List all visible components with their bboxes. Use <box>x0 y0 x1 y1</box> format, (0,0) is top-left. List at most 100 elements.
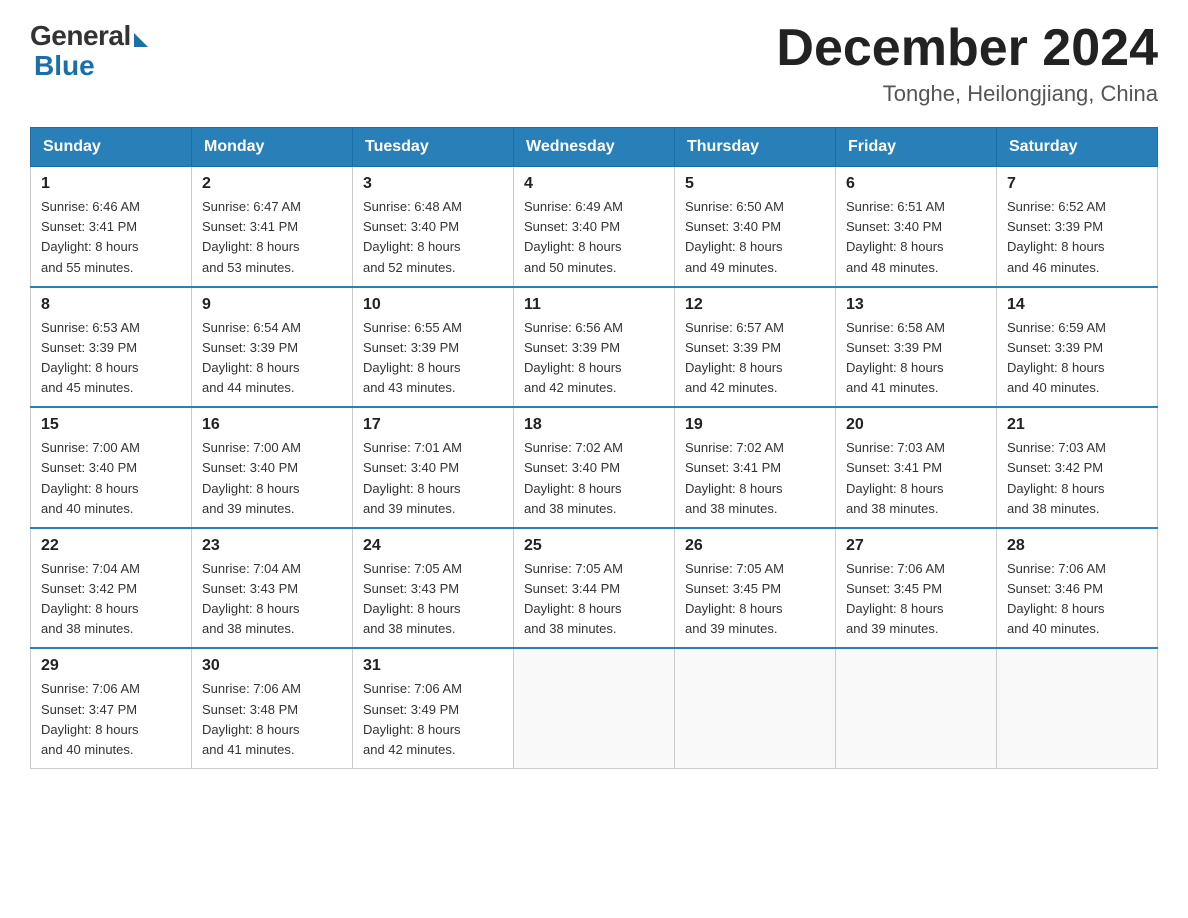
day-info: Sunrise: 7:03 AMSunset: 3:42 PMDaylight:… <box>1007 438 1147 519</box>
day-number: 19 <box>685 416 825 434</box>
calendar-day-cell: 9 Sunrise: 6:54 AMSunset: 3:39 PMDaylight… <box>192 287 353 408</box>
calendar-day-cell: 25 Sunrise: 7:05 AMSunset: 3:44 PMDayligh… <box>514 528 675 649</box>
day-info: Sunrise: 7:02 AMSunset: 3:40 PMDaylight:… <box>524 438 664 519</box>
day-number: 30 <box>202 657 342 675</box>
calendar-day-cell: 4Sunrise: 6:49 AMSunset: 3:40 PMDaylight… <box>514 167 675 287</box>
day-info: Sunrise: 7:06 AMSunset: 3:48 PMDaylight:… <box>202 679 342 760</box>
calendar-day-cell: 18 Sunrise: 7:02 AMSunset: 3:40 PMDayligh… <box>514 407 675 528</box>
day-info: Sunrise: 6:48 AMSunset: 3:40 PMDaylight:… <box>363 197 503 278</box>
day-number: 22 <box>41 537 181 555</box>
day-number: 5 <box>685 175 825 193</box>
day-info: Sunrise: 6:50 AMSunset: 3:40 PMDaylight:… <box>685 197 825 278</box>
day-info: Sunrise: 7:05 AMSunset: 3:43 PMDaylight:… <box>363 559 503 640</box>
day-number: 25 <box>524 537 664 555</box>
calendar-day-cell: 11 Sunrise: 6:56 AMSunset: 3:39 PMDayligh… <box>514 287 675 408</box>
day-info: Sunrise: 7:03 AMSunset: 3:41 PMDaylight:… <box>846 438 986 519</box>
day-info: Sunrise: 6:53 AMSunset: 3:39 PMDaylight:… <box>41 318 181 399</box>
day-number: 11 <box>524 296 664 314</box>
calendar-day-cell: 26 Sunrise: 7:05 AMSunset: 3:45 PMDayligh… <box>675 528 836 649</box>
logo-triangle-icon <box>134 33 148 47</box>
calendar-day-cell <box>514 648 675 768</box>
day-number: 1 <box>41 175 181 193</box>
day-info: Sunrise: 6:57 AMSunset: 3:39 PMDaylight:… <box>685 318 825 399</box>
day-number: 14 <box>1007 296 1147 314</box>
day-number: 21 <box>1007 416 1147 434</box>
day-info: Sunrise: 7:05 AMSunset: 3:44 PMDaylight:… <box>524 559 664 640</box>
day-info: Sunrise: 7:06 AMSunset: 3:47 PMDaylight:… <box>41 679 181 760</box>
day-info: Sunrise: 7:02 AMSunset: 3:41 PMDaylight:… <box>685 438 825 519</box>
day-info: Sunrise: 6:52 AMSunset: 3:39 PMDaylight:… <box>1007 197 1147 278</box>
day-info: Sunrise: 6:58 AMSunset: 3:39 PMDaylight:… <box>846 318 986 399</box>
day-info: Sunrise: 7:04 AMSunset: 3:42 PMDaylight:… <box>41 559 181 640</box>
calendar-day-cell: 19 Sunrise: 7:02 AMSunset: 3:41 PMDayligh… <box>675 407 836 528</box>
day-number: 3 <box>363 175 503 193</box>
header-thursday: Thursday <box>675 128 836 167</box>
day-number: 4 <box>524 175 664 193</box>
calendar-day-cell: 20Sunrise: 7:03 AMSunset: 3:41 PMDayligh… <box>836 407 997 528</box>
day-info: Sunrise: 7:01 AMSunset: 3:40 PMDaylight:… <box>363 438 503 519</box>
calendar-day-cell <box>675 648 836 768</box>
day-info: Sunrise: 6:56 AMSunset: 3:39 PMDaylight:… <box>524 318 664 399</box>
calendar-day-cell: 21 Sunrise: 7:03 AMSunset: 3:42 PMDayligh… <box>997 407 1158 528</box>
calendar-day-cell: 24 Sunrise: 7:05 AMSunset: 3:43 PMDayligh… <box>353 528 514 649</box>
day-info: Sunrise: 6:54 AMSunset: 3:39 PMDaylight:… <box>202 318 342 399</box>
day-number: 28 <box>1007 537 1147 555</box>
day-number: 18 <box>524 416 664 434</box>
month-title: December 2024 <box>776 20 1158 77</box>
calendar-day-cell: 15Sunrise: 7:00 AMSunset: 3:40 PMDayligh… <box>31 407 192 528</box>
calendar-day-cell: 12 Sunrise: 6:57 AMSunset: 3:39 PMDayligh… <box>675 287 836 408</box>
logo: General Blue <box>30 20 148 82</box>
day-number: 12 <box>685 296 825 314</box>
calendar-week-row: 8 Sunrise: 6:53 AMSunset: 3:39 PMDaylight… <box>31 287 1158 408</box>
calendar-table: Sunday Monday Tuesday Wednesday Thursday… <box>30 127 1158 769</box>
calendar-day-cell: 27Sunrise: 7:06 AMSunset: 3:45 PMDayligh… <box>836 528 997 649</box>
calendar-day-cell: 28Sunrise: 7:06 AMSunset: 3:46 PMDayligh… <box>997 528 1158 649</box>
day-number: 9 <box>202 296 342 314</box>
day-info: Sunrise: 7:04 AMSunset: 3:43 PMDaylight:… <box>202 559 342 640</box>
calendar-day-cell <box>997 648 1158 768</box>
day-info: Sunrise: 6:51 AMSunset: 3:40 PMDaylight:… <box>846 197 986 278</box>
title-section: December 2024 Tonghe, Heilongjiang, Chin… <box>776 20 1158 107</box>
day-number: 24 <box>363 537 503 555</box>
calendar-week-row: 22 Sunrise: 7:04 AMSunset: 3:42 PMDayligh… <box>31 528 1158 649</box>
day-info: Sunrise: 6:59 AMSunset: 3:39 PMDaylight:… <box>1007 318 1147 399</box>
calendar-day-cell: 1Sunrise: 6:46 AMSunset: 3:41 PMDaylight… <box>31 167 192 287</box>
calendar-day-cell <box>836 648 997 768</box>
header-monday: Monday <box>192 128 353 167</box>
calendar-day-cell: 29 Sunrise: 7:06 AMSunset: 3:47 PMDayligh… <box>31 648 192 768</box>
calendar-day-cell: 30 Sunrise: 7:06 AMSunset: 3:48 PMDayligh… <box>192 648 353 768</box>
day-info: Sunrise: 7:05 AMSunset: 3:45 PMDaylight:… <box>685 559 825 640</box>
day-number: 6 <box>846 175 986 193</box>
calendar-day-cell: 13 Sunrise: 6:58 AMSunset: 3:39 PMDayligh… <box>836 287 997 408</box>
header-tuesday: Tuesday <box>353 128 514 167</box>
day-info: Sunrise: 7:00 AMSunset: 3:40 PMDaylight:… <box>202 438 342 519</box>
calendar-day-cell: 7 Sunrise: 6:52 AMSunset: 3:39 PMDaylight… <box>997 167 1158 287</box>
day-number: 13 <box>846 296 986 314</box>
day-number: 2 <box>202 175 342 193</box>
page-header: General Blue December 2024 Tonghe, Heilo… <box>30 20 1158 107</box>
day-info: Sunrise: 6:55 AMSunset: 3:39 PMDaylight:… <box>363 318 503 399</box>
day-number: 7 <box>1007 175 1147 193</box>
logo-general-text: General <box>30 20 131 52</box>
day-header-row: Sunday Monday Tuesday Wednesday Thursday… <box>31 128 1158 167</box>
header-friday: Friday <box>836 128 997 167</box>
calendar-week-row: 15Sunrise: 7:00 AMSunset: 3:40 PMDayligh… <box>31 407 1158 528</box>
location-title: Tonghe, Heilongjiang, China <box>776 81 1158 107</box>
day-info: Sunrise: 6:47 AMSunset: 3:41 PMDaylight:… <box>202 197 342 278</box>
logo-blue-text: Blue <box>30 50 95 82</box>
calendar-day-cell: 6 Sunrise: 6:51 AMSunset: 3:40 PMDaylight… <box>836 167 997 287</box>
calendar-day-cell: 5 Sunrise: 6:50 AMSunset: 3:40 PMDaylight… <box>675 167 836 287</box>
day-number: 26 <box>685 537 825 555</box>
calendar-day-cell: 14 Sunrise: 6:59 AMSunset: 3:39 PMDayligh… <box>997 287 1158 408</box>
calendar-day-cell: 17 Sunrise: 7:01 AMSunset: 3:40 PMDayligh… <box>353 407 514 528</box>
day-number: 8 <box>41 296 181 314</box>
calendar-day-cell: 2 Sunrise: 6:47 AMSunset: 3:41 PMDaylight… <box>192 167 353 287</box>
day-number: 17 <box>363 416 503 434</box>
day-number: 16 <box>202 416 342 434</box>
calendar-day-cell: 22 Sunrise: 7:04 AMSunset: 3:42 PMDayligh… <box>31 528 192 649</box>
header-sunday: Sunday <box>31 128 192 167</box>
calendar-week-row: 1Sunrise: 6:46 AMSunset: 3:41 PMDaylight… <box>31 167 1158 287</box>
day-number: 23 <box>202 537 342 555</box>
day-info: Sunrise: 7:06 AMSunset: 3:45 PMDaylight:… <box>846 559 986 640</box>
day-number: 29 <box>41 657 181 675</box>
